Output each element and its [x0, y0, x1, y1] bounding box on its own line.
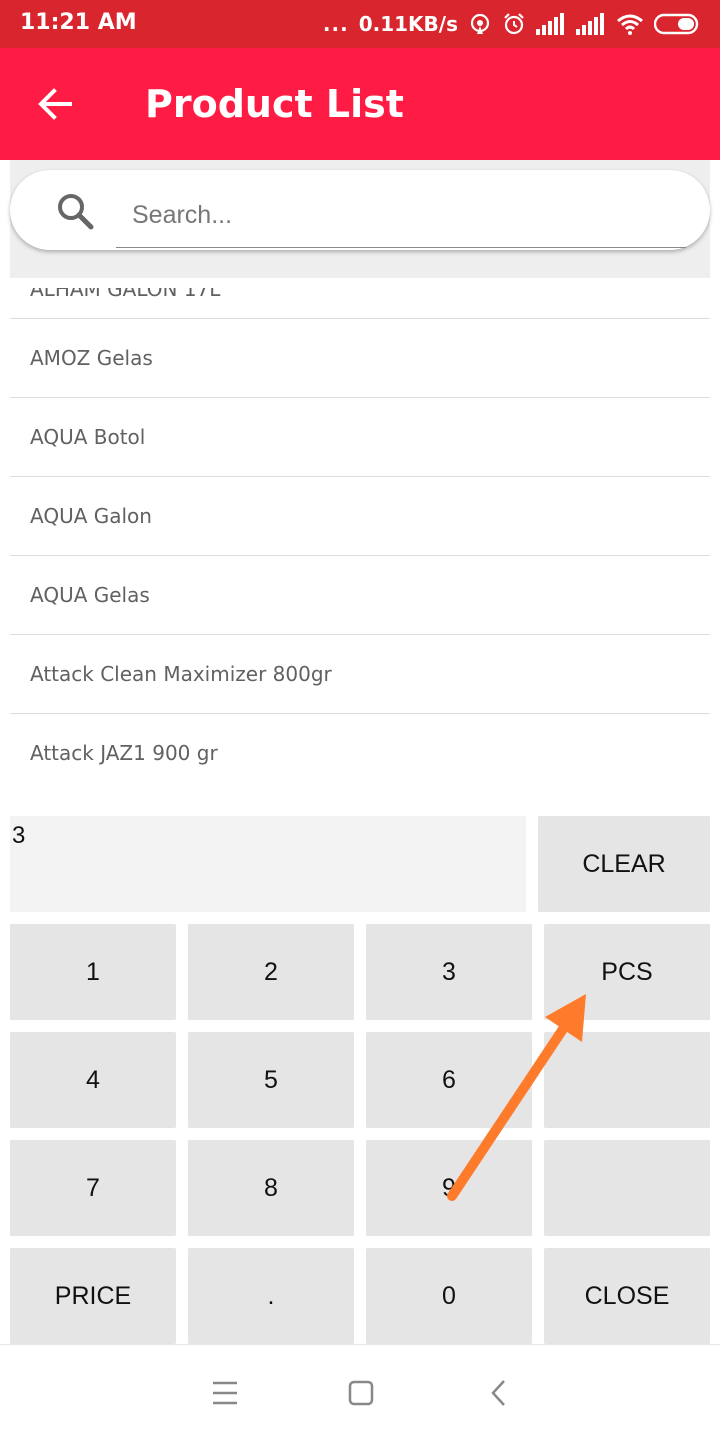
close-button[interactable]: CLOSE: [544, 1248, 710, 1344]
app-bar: Product List: [0, 48, 720, 160]
key-7[interactable]: 7: [10, 1140, 176, 1236]
key-decimal[interactable]: .: [188, 1248, 354, 1344]
product-item[interactable]: AMOZ Gelas: [10, 319, 710, 398]
key-8[interactable]: 8: [188, 1140, 354, 1236]
search-input[interactable]: [116, 184, 686, 248]
product-item[interactable]: ALHAM GALON 17L: [10, 288, 710, 319]
home-icon[interactable]: [343, 1375, 379, 1411]
key-0[interactable]: 0: [366, 1248, 532, 1344]
product-item[interactable]: Attack Clean Maximizer 800gr: [10, 635, 710, 714]
product-name: AQUA Gelas: [30, 583, 150, 607]
clear-button[interactable]: CLEAR: [538, 816, 710, 912]
hotspot-icon: [470, 13, 490, 34]
battery-icon: [654, 13, 699, 35]
product-item[interactable]: AQUA Botol: [10, 398, 710, 477]
product-name: AMOZ Gelas: [30, 346, 153, 370]
quantity-display: 3: [10, 816, 526, 912]
key-4[interactable]: 4: [10, 1032, 176, 1128]
product-item[interactable]: AQUA Gelas: [10, 556, 710, 635]
key-2[interactable]: 2: [188, 924, 354, 1020]
key-3[interactable]: 3: [366, 924, 532, 1020]
blank-key[interactable]: [544, 1140, 710, 1236]
status-icons: ... 0.11KB/s: [323, 8, 700, 40]
signal-icon-2: [576, 13, 604, 35]
product-name: Attack Clean Maximizer 800gr: [30, 662, 332, 686]
system-nav-bar: [0, 1344, 720, 1440]
menu-icon[interactable]: [207, 1375, 243, 1411]
signal-icon: [536, 13, 564, 35]
product-item[interactable]: Attack JAZ1 900 gr: [10, 714, 710, 792]
arrow-back-icon[interactable]: [34, 82, 78, 126]
status-bar: 11:21 AM ... 0.11KB/s: [0, 0, 720, 48]
key-5[interactable]: 5: [188, 1032, 354, 1128]
pcs-button[interactable]: PCS: [544, 924, 710, 1020]
product-name: AQUA Botol: [30, 425, 146, 449]
display-value: 3: [12, 822, 26, 849]
product-item[interactable]: AQUA Galon: [10, 477, 710, 556]
product-list: ALHAM GALON 17L AMOZ Gelas AQUA Botol AQ…: [10, 288, 710, 792]
price-button[interactable]: PRICE: [10, 1248, 176, 1344]
network-speed: 0.11KB/s: [358, 12, 458, 36]
wifi-icon: [617, 14, 643, 35]
product-name: Attack JAZ1 900 gr: [30, 741, 218, 765]
status-time: 11:21 AM: [20, 10, 137, 35]
key-9[interactable]: 9: [366, 1140, 532, 1236]
blank-key[interactable]: [544, 1032, 710, 1128]
notification-dots: ...: [322, 12, 349, 36]
key-6[interactable]: 6: [366, 1032, 532, 1128]
back-icon[interactable]: [482, 1375, 518, 1411]
alarm-icon: [504, 13, 524, 35]
key-1[interactable]: 1: [10, 924, 176, 1020]
product-name: AQUA Galon: [30, 504, 152, 528]
search-icon: [58, 194, 94, 230]
search-bar: [10, 170, 710, 250]
page-title: Product List: [145, 82, 404, 126]
